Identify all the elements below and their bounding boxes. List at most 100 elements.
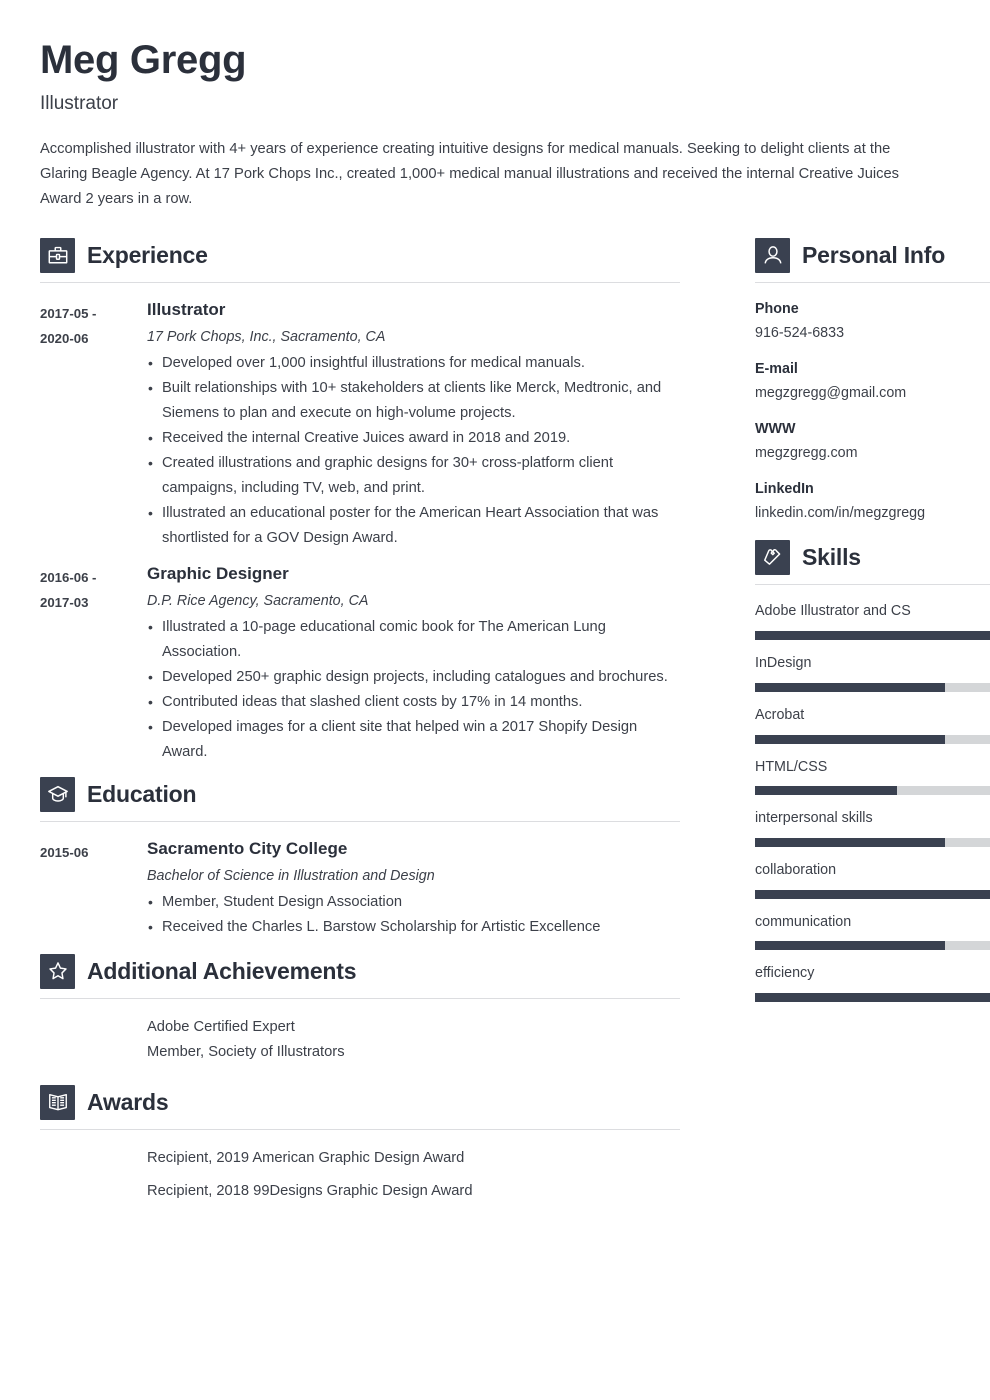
list-item: Contributed ideas that slashed client co… [147, 690, 680, 715]
section-heading-personal-info: Personal Info [755, 237, 990, 282]
achievements-list: Adobe Certified Expert Member, Society o… [135, 1015, 345, 1065]
list-item: Developed over 1,000 insightful illustra… [147, 351, 680, 376]
section-title-skills: Skills [802, 544, 861, 571]
skill-item: communication [755, 912, 990, 951]
briefcase-icon [40, 237, 75, 273]
entry-role: Graphic Designer [147, 563, 289, 583]
section-title-personal-info: Personal Info [802, 241, 946, 268]
skill-bar-track [755, 682, 990, 692]
skill-bar-track [755, 889, 990, 899]
puzzle-icon [755, 540, 790, 576]
education-entry: 2015-06 Sacramento City College Bachelor… [40, 838, 680, 940]
skill-item: Adobe Illustrator and CS [755, 601, 990, 641]
skill-bar-track [755, 941, 990, 951]
list-item: Received the internal Creative Juices aw… [147, 426, 680, 451]
resume-header: Meg Gregg Illustrator Accomplished illus… [40, 40, 950, 212]
skill-bar-fill [755, 941, 945, 951]
skill-name: HTML/CSS [755, 758, 828, 775]
list-item: Illustrated an educational poster for th… [147, 501, 680, 551]
skill-item: efficiency [755, 963, 990, 1003]
professional-summary: Accomplished illustrator with 4+ years o… [40, 140, 900, 207]
section-skills: Skills Adobe Illustrator and CS InDesign [755, 540, 990, 1003]
skill-item: interpersonal skills [755, 808, 990, 847]
entry-bullets: Developed over 1,000 insightful illustra… [147, 351, 680, 551]
section-education: Education 2015-06 Sacramento City Colleg… [40, 776, 680, 940]
list-item: Recipient, 2018 99Designs Graphic Design… [147, 1182, 473, 1199]
skill-bar-fill [755, 631, 990, 641]
star-icon [40, 953, 75, 989]
info-label: Phone [755, 300, 799, 317]
skill-item: collaboration [755, 860, 990, 899]
list-item: Member, Student Design Association [147, 890, 680, 915]
skill-bar-fill [755, 734, 945, 744]
list-item: Built relationships with 10+ stakeholder… [147, 376, 680, 426]
entry-date: 2015-06 [40, 838, 135, 865]
info-label: E-mail [755, 360, 798, 377]
skill-bar-track [755, 993, 990, 1003]
experience-entry: 2016-06 - 2017-03 Graphic Designer D.P. … [40, 563, 680, 765]
experience-entry: 2017-05 - 2020-06 Illustrator 17 Pork Ch… [40, 299, 680, 551]
skill-bar-track [755, 734, 990, 744]
list-item: Received the Charles L. Barstow Scholars… [147, 915, 680, 940]
achievements-entry: Adobe Certified Expert Member, Society o… [40, 1015, 680, 1065]
skill-bar-track [755, 786, 990, 796]
list-item: Developed 250+ graphic design projects, … [147, 665, 680, 690]
skill-name: interpersonal skills [755, 810, 873, 827]
list-item: Developed images for a client site that … [147, 715, 680, 765]
info-field-linkedin: LinkedIn linkedin.com/in/megzgregg [755, 479, 990, 525]
sidebar-column: Personal Info Phone 916-524-6833 E-mail … [755, 237, 990, 1015]
section-heading-experience: Experience [40, 237, 680, 282]
info-value[interactable]: megzgregg.com [755, 443, 990, 464]
list-item: Illustrated a 10-page educational comic … [147, 615, 680, 665]
section-divider [40, 281, 680, 283]
entry-body: Illustrator 17 Pork Chops, Inc., Sacrame… [135, 299, 680, 551]
entry-date-end: 2017-03 [40, 594, 89, 610]
skill-item: InDesign [755, 653, 990, 692]
person-icon [755, 237, 790, 273]
entry-organization: D.P. Rice Agency, Sacramento, CA [147, 592, 369, 609]
entry-date-empty [40, 1146, 135, 1148]
skill-bar-fill [755, 889, 990, 899]
list-item: Adobe Certified Expert [147, 1018, 295, 1035]
info-field-www: WWW megzgregg.com [755, 419, 990, 465]
section-heading-achievements: Additional Achievements [40, 953, 680, 998]
entry-date: 2017-05 - 2020-06 [40, 299, 135, 351]
entry-bullets: Illustrated a 10-page educational comic … [147, 615, 680, 765]
entry-date-end: 2020-06 [40, 330, 89, 346]
section-heading-awards: Awards [40, 1084, 680, 1129]
skill-bar-fill [755, 837, 945, 847]
section-divider [40, 997, 680, 999]
entry-date: 2016-06 - 2017-03 [40, 563, 135, 615]
skill-name: Acrobat [755, 706, 805, 723]
section-title-awards: Awards [87, 1088, 169, 1115]
open-book-icon [40, 1084, 75, 1120]
info-value[interactable]: megzgregg@gmail.com [755, 383, 990, 404]
awards-entry: Recipient, 2019 American Graphic Design … [40, 1146, 680, 1212]
entry-organization: 17 Pork Chops, Inc., Sacramento, CA [147, 328, 386, 345]
info-field-phone: Phone 916-524-6833 [755, 299, 990, 345]
entry-bullets: Member, Student Design Association Recei… [147, 890, 680, 940]
skill-name: InDesign [755, 655, 812, 672]
skill-bar-fill [755, 786, 898, 796]
entry-role: Illustrator [147, 299, 226, 319]
section-title-education: Education [87, 780, 197, 807]
main-column: Experience 2017-05 - 2020-06 Illustrator… [40, 237, 680, 1214]
skill-name: Adobe Illustrator and CS [755, 603, 911, 620]
entry-date-start: 2015-06 [40, 844, 89, 860]
graduation-cap-icon [40, 776, 75, 812]
info-value[interactable]: linkedin.com/in/megzgregg [755, 503, 990, 524]
entry-degree: Bachelor of Science in Illustration and … [147, 867, 435, 884]
section-experience: Experience 2017-05 - 2020-06 Illustrator… [40, 237, 680, 765]
entry-body: Graphic Designer D.P. Rice Agency, Sacra… [135, 563, 680, 765]
entry-date-start: 2016-06 - [40, 569, 97, 585]
section-title-experience: Experience [87, 241, 208, 268]
content-columns: Experience 2017-05 - 2020-06 Illustrator… [40, 237, 990, 1214]
skill-bar-track [755, 837, 990, 847]
skill-bar-fill [755, 993, 990, 1003]
skill-bar-fill [755, 682, 945, 692]
section-divider [40, 820, 680, 822]
list-item: Recipient, 2019 American Graphic Design … [147, 1149, 465, 1166]
skill-bar-track [755, 631, 990, 641]
entry-date-start: 2017-05 - [40, 305, 97, 321]
section-awards: Awards Recipient, 2019 American Graphic … [40, 1084, 680, 1212]
